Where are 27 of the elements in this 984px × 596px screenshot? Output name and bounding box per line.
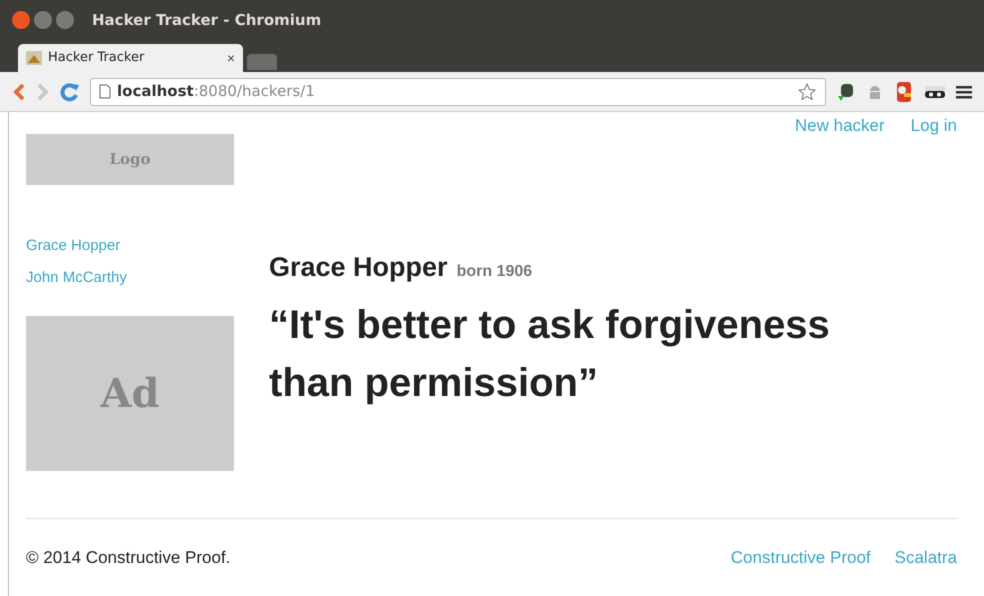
address-field[interactable]: localhost:8080/hackers/1	[90, 78, 826, 106]
header-link[interactable]: New hacker	[794, 116, 885, 134]
tab-close-button[interactable]: ×	[226, 48, 235, 68]
hacker-name: Grace Hopper	[269, 251, 448, 284]
back-icon[interactable]	[12, 82, 26, 100]
header-link[interactable]: Log in	[910, 116, 957, 134]
birth-year: born 1906	[456, 262, 532, 282]
window-title: Hacker Tracker - Chromium	[92, 10, 322, 31]
star-icon[interactable]	[797, 82, 817, 102]
url-text: localhost:8080/hackers/1	[117, 81, 315, 102]
footer-link[interactable]: Constructive Proof	[730, 544, 871, 570]
mask-icon[interactable]	[924, 84, 946, 98]
page-icon	[99, 84, 111, 99]
menu-icon[interactable]	[956, 84, 972, 98]
quote-text: “It's better to ask forgiveness than permission”	[269, 302, 831, 406]
browser-tab[interactable]: Hacker Tracker ×	[18, 44, 243, 72]
tab-title: Hacker Tracker	[48, 49, 146, 68]
hacker-link[interactable]: John McCarthy	[26, 267, 234, 288]
minimize-icon[interactable]	[34, 11, 52, 29]
logo-text: Logo	[109, 149, 151, 170]
copyright-text: © 2014 Constructive Proof.	[26, 546, 230, 569]
close-icon[interactable]	[12, 11, 30, 29]
footer-link[interactable]: Scalatra	[894, 544, 957, 570]
reload-icon[interactable]	[60, 82, 80, 102]
hacker-link[interactable]: Grace Hopper	[26, 235, 234, 256]
ad-text: Ad	[100, 368, 160, 418]
maximize-icon[interactable]	[56, 11, 74, 29]
